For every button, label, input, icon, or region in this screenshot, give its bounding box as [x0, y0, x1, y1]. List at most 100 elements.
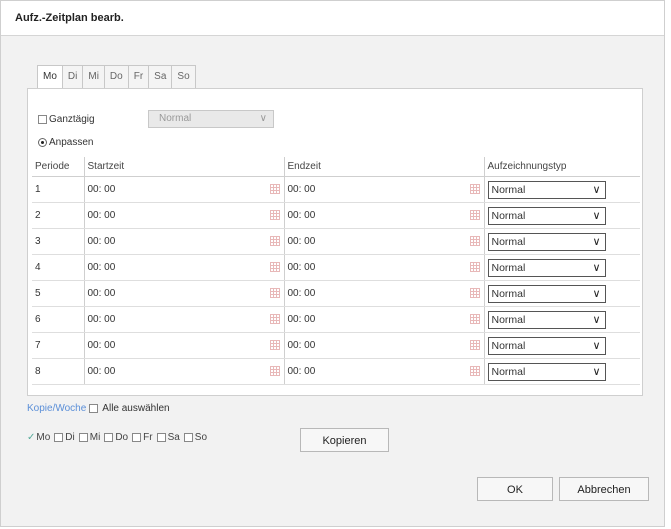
type-cell: Normal ∨ [483, 228, 640, 255]
select-all-checkbox[interactable] [89, 404, 99, 413]
cancel-button[interactable]: Abbrechen [559, 477, 649, 501]
start-time-input[interactable]: 00: 00 [88, 210, 116, 221]
end-time-input[interactable]: 00: 00 [288, 262, 316, 273]
start-time-input[interactable]: 00: 00 [88, 366, 116, 377]
clock-icon[interactable] [469, 288, 480, 298]
clock-icon[interactable] [269, 288, 280, 298]
tab-mo[interactable]: Mo [37, 65, 63, 89]
period-cell: 3 [32, 228, 84, 255]
copy-day-checkbox[interactable] [54, 433, 64, 442]
period-cell: 6 [32, 306, 84, 333]
copy-day-so[interactable]: So [183, 432, 207, 443]
tab-so[interactable]: So [171, 65, 196, 88]
end-time-input[interactable]: 00: 00 [288, 366, 316, 377]
copy-day-di[interactable]: Di [54, 432, 75, 443]
copy-day-checkbox[interactable] [132, 433, 142, 442]
copy-day-do[interactable]: Do [104, 432, 128, 443]
copy-day-mo[interactable]: ✓ Mo [27, 432, 50, 443]
end-time-cell: 00: 00 [283, 306, 484, 333]
edit-schedule-dialog: Aufz.-Zeitplan bearb. Mo Di Mi Do Fr Sa … [0, 0, 665, 527]
copy-day-checkbox[interactable] [156, 433, 166, 442]
copy-day-label: Mi [89, 432, 101, 443]
checkmark-icon: ✓ [27, 432, 36, 443]
clock-icon[interactable] [269, 366, 280, 376]
clock-icon[interactable] [469, 236, 480, 246]
table-header-row: Periode Startzeit Endzeit Aufzeichnungst… [32, 157, 640, 177]
start-time-input[interactable]: 00: 00 [88, 262, 116, 273]
record-type-value: Normal [491, 235, 526, 248]
record-type-value: Normal [491, 365, 526, 378]
all-day-checkbox[interactable] [38, 115, 47, 124]
select-all-label: Alle auswählen [102, 403, 170, 414]
start-time-input[interactable]: 00: 00 [88, 184, 116, 195]
all-day-type-select[interactable]: Normal ∨ [148, 110, 274, 128]
record-type-select[interactable]: Normal ∨ [487, 180, 606, 199]
dialog-title: Aufz.-Zeitplan bearb. [15, 12, 124, 24]
record-type-select[interactable]: Normal ∨ [487, 258, 606, 277]
copy-day-mi[interactable]: Mi [78, 432, 101, 443]
record-type-value: Normal [491, 313, 526, 326]
record-type-select[interactable]: Normal ∨ [487, 336, 606, 355]
start-time-input[interactable]: 00: 00 [88, 340, 116, 351]
tab-sa[interactable]: Sa [148, 65, 173, 88]
copy-button[interactable]: Kopieren [300, 428, 389, 452]
record-type-select[interactable]: Normal ∨ [487, 284, 606, 303]
type-cell: Normal ∨ [483, 202, 640, 229]
copy-day-checkbox[interactable] [104, 433, 114, 442]
clock-icon[interactable] [269, 340, 280, 350]
end-time-input[interactable]: 00: 00 [288, 340, 316, 351]
copy-day-label: Fr [143, 432, 153, 443]
clock-icon[interactable] [469, 314, 480, 324]
clock-icon[interactable] [469, 262, 480, 272]
clock-icon[interactable] [269, 262, 280, 272]
clock-icon[interactable] [469, 366, 480, 376]
chevron-down-icon: ∨ [592, 209, 601, 222]
record-type-select[interactable]: Normal ∨ [487, 206, 606, 225]
clock-icon[interactable] [469, 340, 480, 350]
copy-day-checkbox[interactable] [78, 433, 88, 442]
start-time-input[interactable]: 00: 00 [88, 236, 116, 247]
record-type-select[interactable]: Normal ∨ [487, 362, 606, 381]
chevron-down-icon: ∨ [259, 113, 267, 124]
clock-icon[interactable] [469, 210, 480, 220]
all-day-option[interactable]: Ganztägig [38, 114, 95, 125]
period-cell: 8 [32, 358, 84, 385]
tab-fr[interactable]: Fr [127, 65, 150, 88]
end-time-input[interactable]: 00: 00 [288, 288, 316, 299]
clock-icon[interactable] [469, 184, 480, 194]
start-time-cell: 00: 00 [83, 176, 284, 203]
start-time-input[interactable]: 00: 00 [88, 314, 116, 325]
copy-day-label: Mo [36, 432, 51, 443]
custom-option[interactable]: Anpassen [38, 137, 93, 148]
clock-icon[interactable] [269, 236, 280, 246]
start-time-input[interactable]: 00: 00 [88, 288, 116, 299]
header-end: Endzeit [283, 157, 484, 177]
end-time-input[interactable]: 00: 00 [288, 236, 316, 247]
end-time-input[interactable]: 00: 00 [288, 314, 316, 325]
start-time-cell: 00: 00 [83, 358, 284, 385]
copy-day-checkbox[interactable] [183, 433, 193, 442]
copy-week-link[interactable]: Kopie/Woche [27, 403, 86, 414]
ok-button[interactable]: OK [477, 477, 553, 501]
period-cell: 4 [32, 254, 84, 281]
record-type-select[interactable]: Normal ∨ [487, 310, 606, 329]
tab-mi[interactable]: Mi [82, 65, 105, 88]
copy-week-row: Kopie/Woche Alle auswählen [27, 403, 170, 414]
custom-radio[interactable] [38, 138, 47, 147]
dialog-title-bar: Aufz.-Zeitplan bearb. [1, 1, 664, 36]
end-time-input[interactable]: 00: 00 [288, 184, 316, 195]
type-cell: Normal ∨ [483, 254, 640, 281]
type-cell: Normal ∨ [483, 176, 640, 203]
start-time-cell: 00: 00 [83, 280, 284, 307]
tab-do[interactable]: Do [103, 65, 129, 88]
copy-day-fr[interactable]: Fr [132, 432, 153, 443]
clock-icon[interactable] [269, 184, 280, 194]
tab-di[interactable]: Di [61, 65, 84, 88]
copy-day-sa[interactable]: Sa [156, 432, 180, 443]
day-tabs: Mo Di Mi Do Fr Sa So [37, 65, 196, 89]
period-cell: 7 [32, 332, 84, 359]
end-time-input[interactable]: 00: 00 [288, 210, 316, 221]
clock-icon[interactable] [269, 314, 280, 324]
clock-icon[interactable] [269, 210, 280, 220]
record-type-select[interactable]: Normal ∨ [487, 232, 606, 251]
